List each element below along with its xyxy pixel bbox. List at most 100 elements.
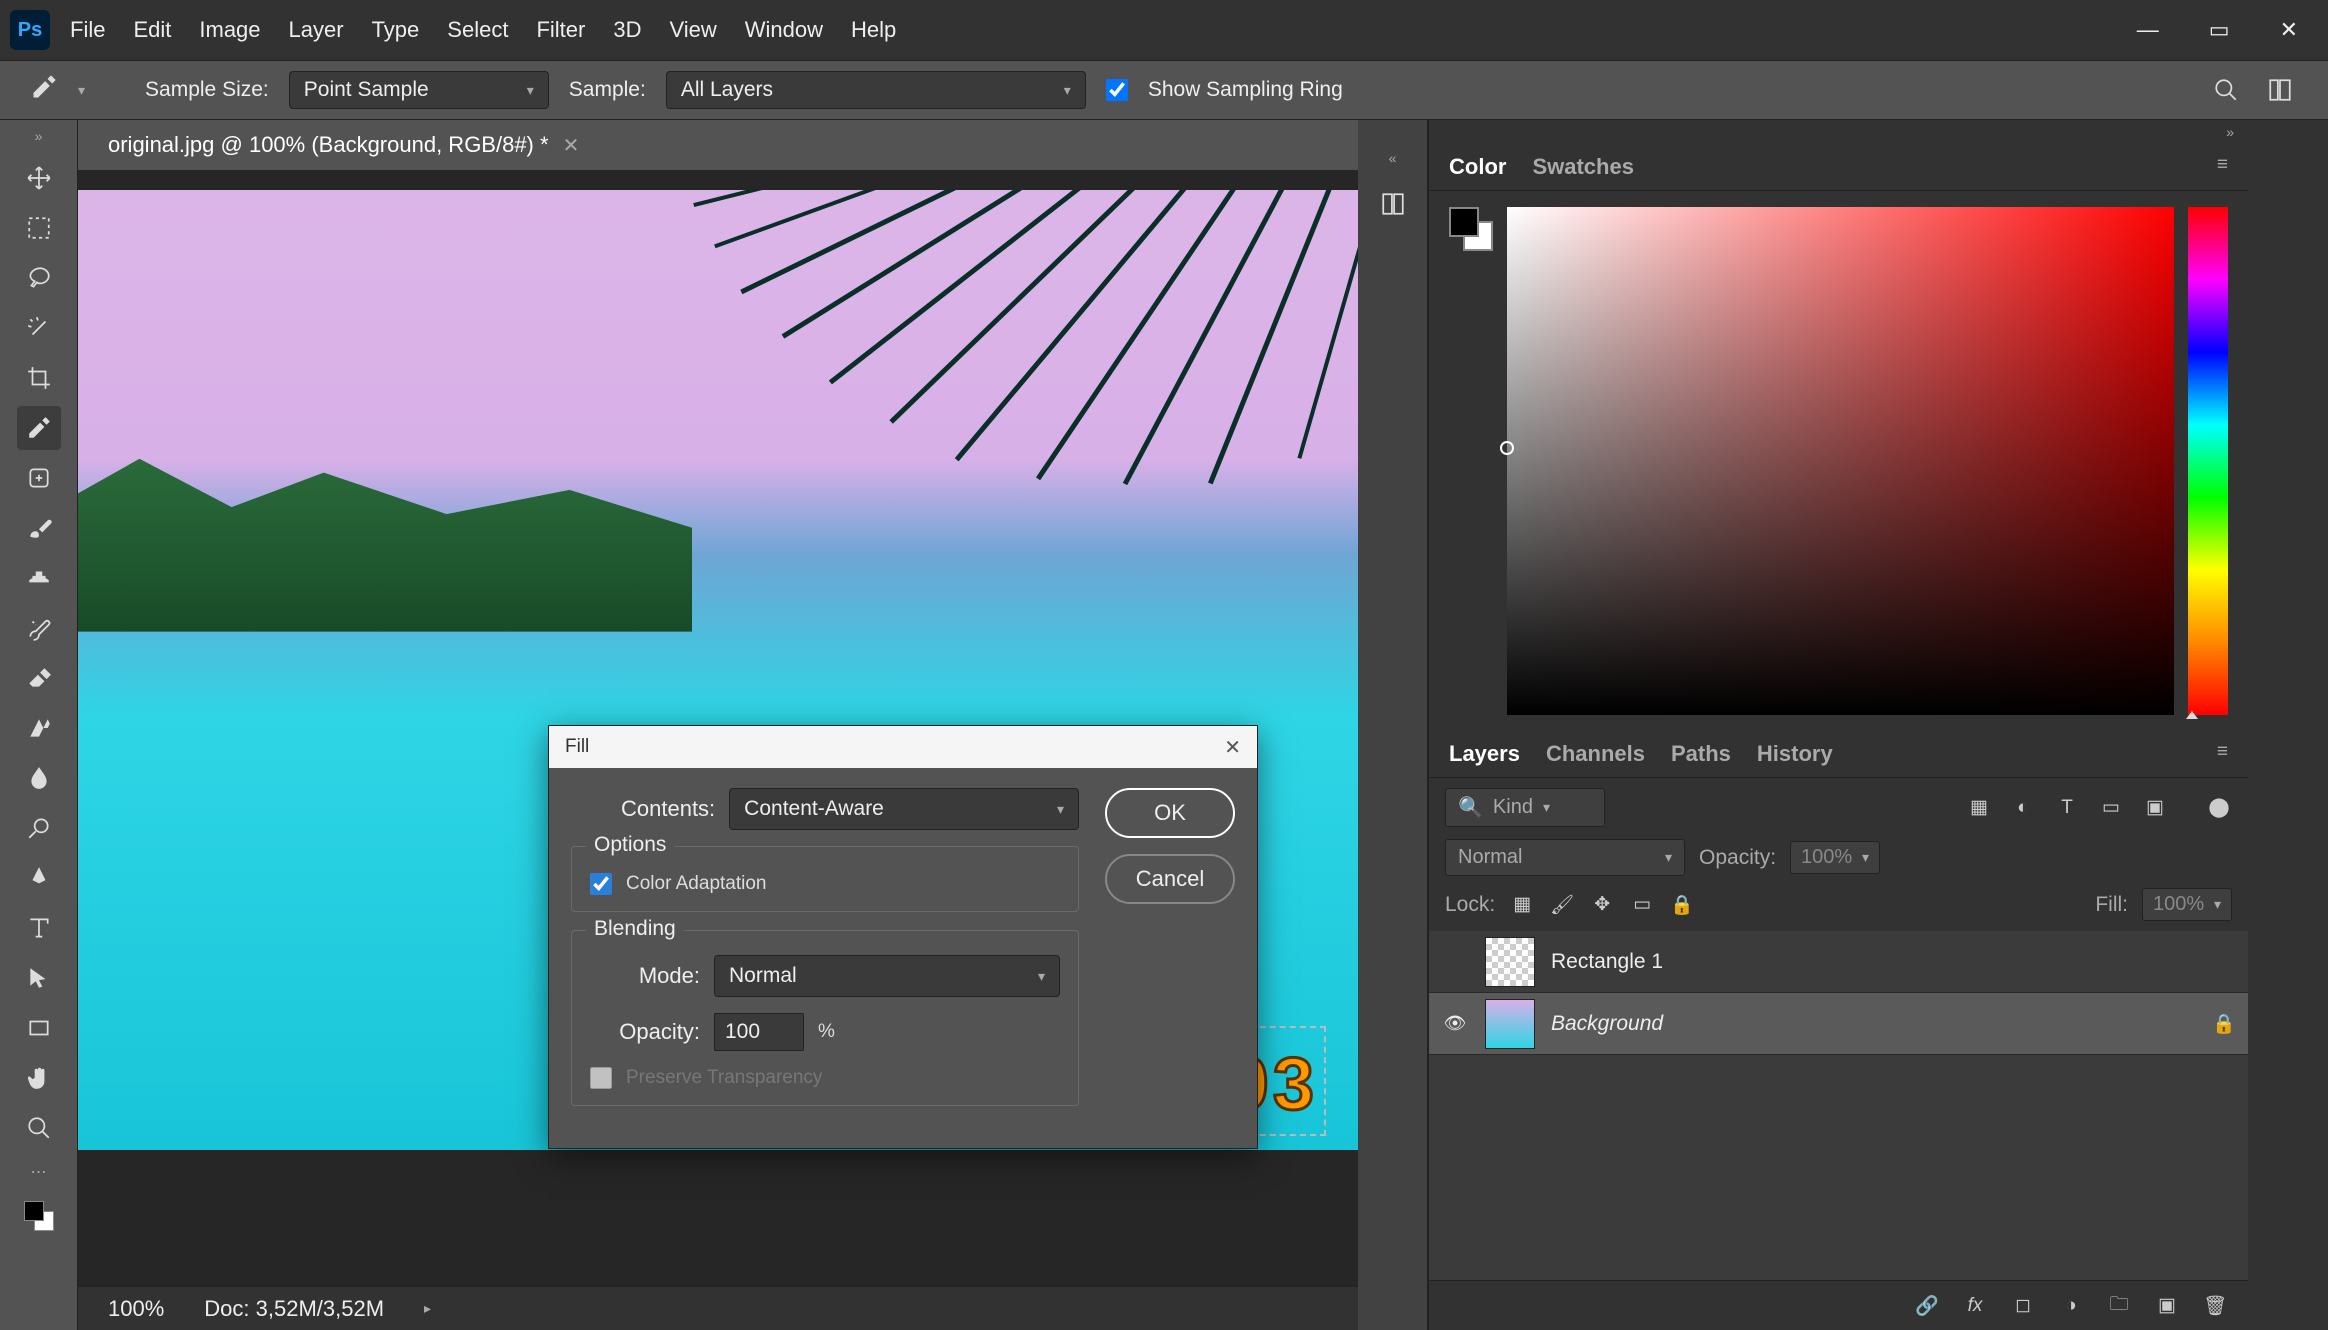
color-spectrum[interactable] <box>1507 207 2174 715</box>
add-mask-icon[interactable]: ◻ <box>2010 1293 2036 1319</box>
zoom-level[interactable]: 100% <box>108 1296 164 1322</box>
canvas-area[interactable]: 2020 / 09 / 03 Fill ✕ Contents: Content-… <box>78 170 1358 1286</box>
layer-lock-icon[interactable]: 🔒 <box>2212 1012 2236 1036</box>
contents-select[interactable]: Content-Aware▾ <box>729 788 1079 830</box>
rectangle-tool[interactable] <box>17 1006 61 1050</box>
layer-row-background[interactable]: 👁 Background 🔒 <box>1429 993 2248 1055</box>
layer-name[interactable]: Background <box>1551 1012 1663 1036</box>
crop-tool[interactable] <box>17 356 61 400</box>
tab-history[interactable]: History <box>1757 741 1833 767</box>
menu-filter[interactable]: Filter <box>536 17 585 43</box>
lock-pixels-icon[interactable]: 🖌 <box>1549 892 1575 918</box>
zoom-tool[interactable] <box>17 1106 61 1150</box>
new-layer-icon[interactable]: ▣ <box>2154 1293 2180 1319</box>
menu-3d[interactable]: 3D <box>613 17 641 43</box>
menu-type[interactable]: Type <box>372 17 420 43</box>
workspace-switcher-icon[interactable] <box>2262 72 2298 108</box>
hue-slider-thumb[interactable] <box>2186 711 2198 719</box>
panel-collapse-icon[interactable]: » <box>1429 120 2248 144</box>
hue-slider[interactable] <box>2188 207 2228 715</box>
filter-image-icon[interactable]: ▦ <box>1966 795 1992 821</box>
path-selection-tool[interactable] <box>17 956 61 1000</box>
toolbox-more-icon[interactable]: ⋯ <box>31 1162 47 1182</box>
delete-layer-icon[interactable]: 🗑 <box>2202 1293 2228 1319</box>
marquee-tool[interactable] <box>17 206 61 250</box>
filter-type-icon[interactable]: T <box>2054 795 2080 821</box>
dodge-tool[interactable] <box>17 806 61 850</box>
tab-channels[interactable]: Channels <box>1546 741 1645 767</box>
sample-size-select[interactable]: Point Sample▾ <box>289 71 549 109</box>
eraser-tool[interactable] <box>17 656 61 700</box>
eyedropper-tool[interactable] <box>17 406 61 450</box>
brush-tool[interactable] <box>17 506 61 550</box>
add-adjustment-icon[interactable]: ◑ <box>2058 1293 2084 1319</box>
lock-all-icon[interactable]: 🔒 <box>1669 892 1695 918</box>
menu-edit[interactable]: Edit <box>133 17 171 43</box>
close-button[interactable]: ✕ <box>2270 17 2308 43</box>
document-tab[interactable]: original.jpg @ 100% (Background, RGB/8#)… <box>108 132 579 158</box>
tab-paths[interactable]: Paths <box>1671 741 1731 767</box>
search-icon[interactable] <box>2208 72 2244 108</box>
hand-tool[interactable] <box>17 1056 61 1100</box>
menu-image[interactable]: Image <box>199 17 260 43</box>
gradient-tool[interactable] <box>17 706 61 750</box>
opacity-input[interactable] <box>714 1013 804 1051</box>
fg-bg-color-swatch[interactable] <box>1449 207 1493 251</box>
type-tool[interactable] <box>17 906 61 950</box>
clone-stamp-tool[interactable] <box>17 556 61 600</box>
mode-select[interactable]: Normal▾ <box>714 955 1060 997</box>
menu-select[interactable]: Select <box>447 17 508 43</box>
menu-window[interactable]: Window <box>745 17 823 43</box>
layer-thumbnail[interactable] <box>1485 937 1535 987</box>
library-panel-icon[interactable] <box>1375 186 1411 222</box>
maximize-button[interactable]: ▭ <box>2199 17 2240 43</box>
layer-fx-icon[interactable]: fx <box>1962 1293 1988 1319</box>
filter-shape-icon[interactable]: ▭ <box>2098 795 2124 821</box>
lock-transparency-icon[interactable]: ▦ <box>1509 892 1535 918</box>
minimize-button[interactable]: — <box>2127 17 2169 43</box>
color-adaptation-checkbox[interactable] <box>590 873 612 895</box>
lasso-tool[interactable] <box>17 256 61 300</box>
status-menu-icon[interactable]: ▸ <box>424 1300 431 1317</box>
blend-mode-select[interactable]: Normal▾ <box>1445 839 1685 876</box>
menu-help[interactable]: Help <box>851 17 896 43</box>
dialog-titlebar[interactable]: Fill ✕ <box>549 726 1257 768</box>
blur-tool[interactable] <box>17 756 61 800</box>
layer-row-rectangle[interactable]: Rectangle 1 <box>1429 931 2248 993</box>
show-sampling-ring-checkbox[interactable] <box>1106 79 1128 101</box>
layer-opacity-value[interactable]: 100%▾ <box>1790 841 1880 874</box>
panel-menu-icon[interactable]: ≡ <box>2217 741 2228 767</box>
menu-file[interactable]: File <box>70 17 105 43</box>
cancel-button[interactable]: Cancel <box>1105 854 1235 904</box>
layer-fill-value[interactable]: 100%▾ <box>2142 888 2232 921</box>
filter-toggle-icon[interactable]: ⬤ <box>2206 795 2232 821</box>
move-tool[interactable] <box>17 156 61 200</box>
dock-expand-icon[interactable]: « <box>1389 150 1397 166</box>
new-group-icon[interactable]: 🗀 <box>2106 1293 2132 1319</box>
lock-artboard-icon[interactable]: ▭ <box>1629 892 1655 918</box>
tab-color[interactable]: Color <box>1449 154 1506 180</box>
healing-brush-tool[interactable] <box>17 456 61 500</box>
layer-name[interactable]: Rectangle 1 <box>1551 950 1663 974</box>
panel-menu-icon[interactable]: ≡ <box>2217 154 2228 180</box>
history-brush-tool[interactable] <box>17 606 61 650</box>
filter-adjustment-icon[interactable]: ◐ <box>2010 795 2036 821</box>
document-tab-close-icon[interactable]: ✕ <box>563 133 580 158</box>
toolbox-collapse-icon[interactable]: » <box>35 128 43 144</box>
menu-view[interactable]: View <box>669 17 716 43</box>
filter-smartobject-icon[interactable]: ▣ <box>2142 795 2168 821</box>
layer-thumbnail[interactable] <box>1485 999 1535 1049</box>
tab-swatches[interactable]: Swatches <box>1532 154 1634 180</box>
link-layers-icon[interactable]: 🔗 <box>1914 1293 1940 1319</box>
dialog-close-icon[interactable]: ✕ <box>1224 735 1241 760</box>
tab-layers[interactable]: Layers <box>1449 741 1520 767</box>
tool-preset-chevron-icon[interactable]: ▾ <box>78 82 85 99</box>
sample-select[interactable]: All Layers▾ <box>666 71 1086 109</box>
layer-filter-select[interactable]: 🔍Kind▾ <box>1445 788 1605 827</box>
foreground-background-swatch[interactable] <box>17 1194 61 1238</box>
menu-layer[interactable]: Layer <box>289 17 344 43</box>
ok-button[interactable]: OK <box>1105 788 1235 838</box>
lock-position-icon[interactable]: ✥ <box>1589 892 1615 918</box>
layer-visibility-toggle[interactable]: 👁 <box>1441 1013 1469 1034</box>
pen-tool[interactable] <box>17 856 61 900</box>
